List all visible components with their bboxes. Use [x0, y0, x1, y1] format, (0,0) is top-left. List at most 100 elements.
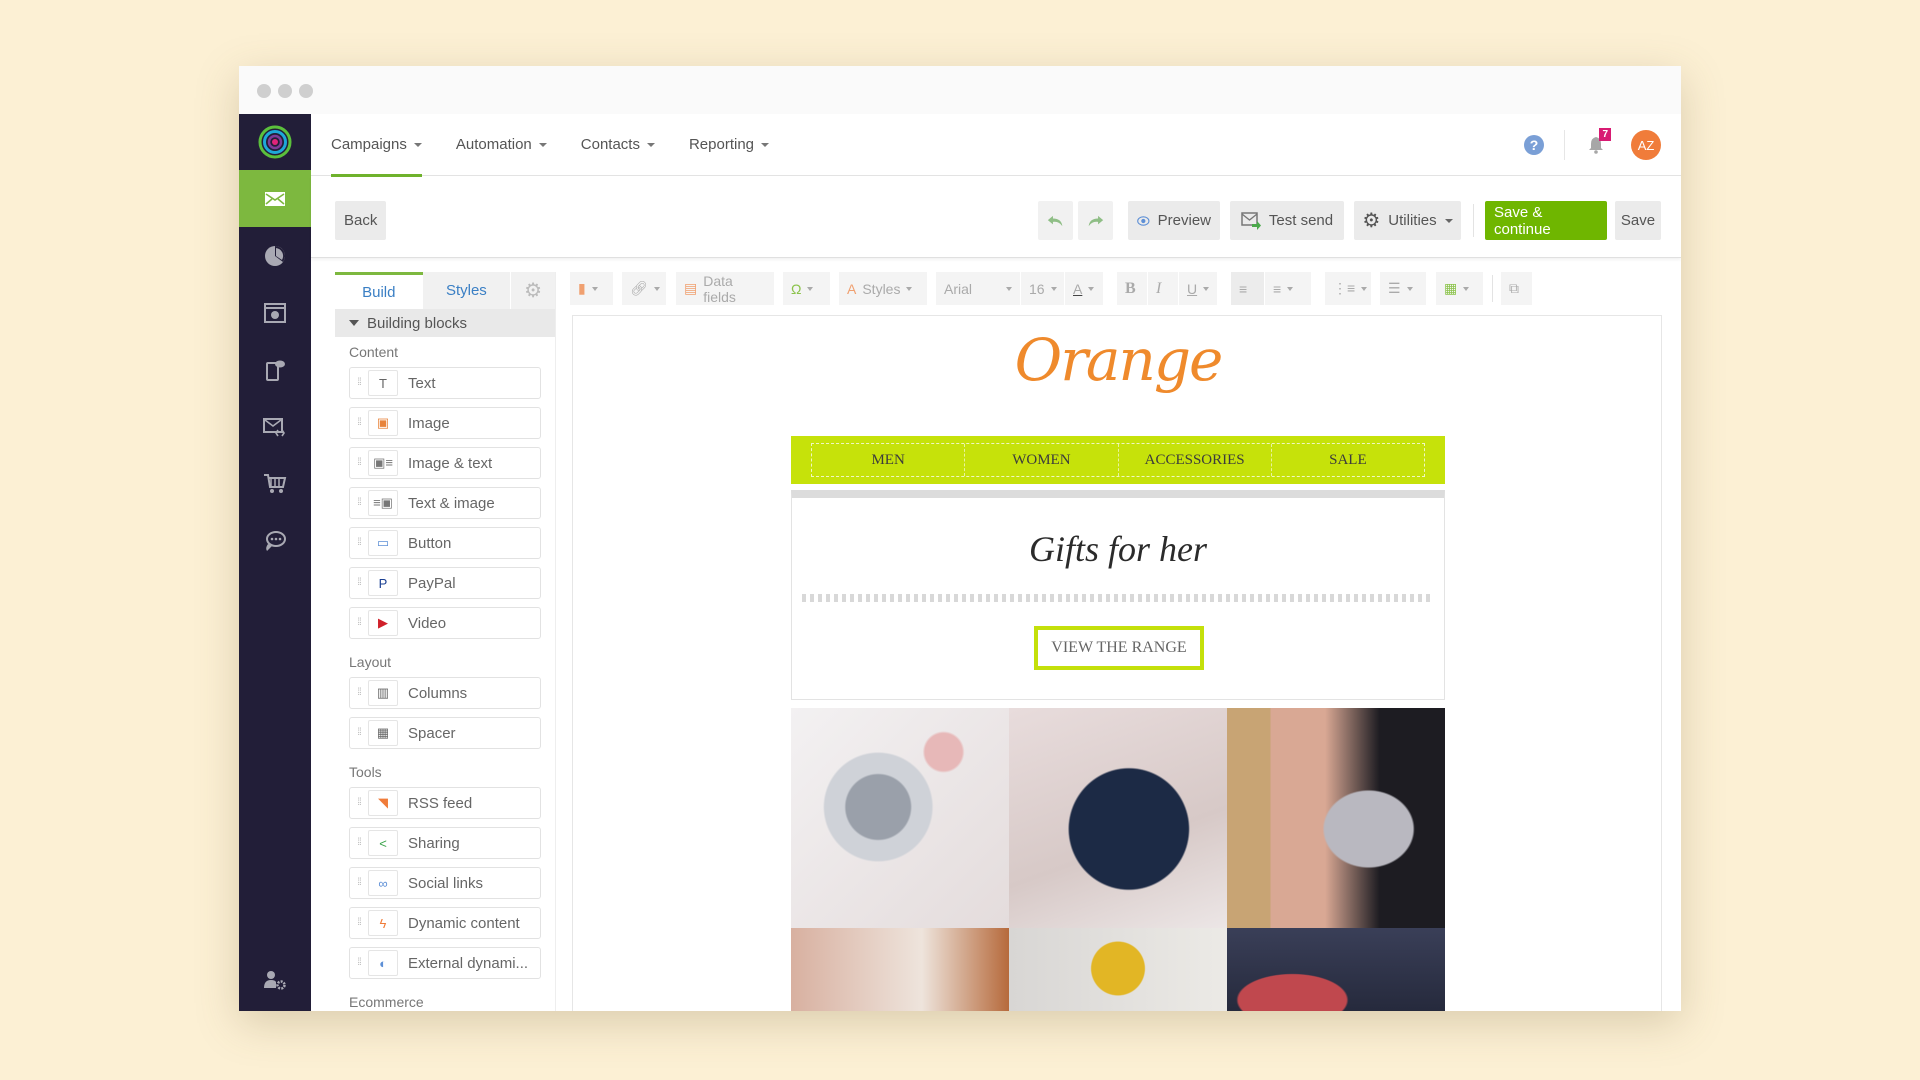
- preview-button[interactable]: Preview: [1128, 201, 1220, 240]
- drag-handle-icon[interactable]: ⁞⁞: [350, 538, 368, 548]
- link-button[interactable]: 🔗︎: [622, 272, 666, 305]
- avatar[interactable]: AZ: [1631, 130, 1661, 160]
- font-dropdown[interactable]: Arial: [936, 272, 1020, 305]
- chat-icon: [266, 530, 286, 551]
- email-menu-item[interactable]: ACCESSORIES: [1119, 444, 1272, 476]
- drag-handle-icon[interactable]: ⁞⁞: [350, 378, 368, 388]
- drag-handle-icon[interactable]: ⁞⁞: [350, 958, 368, 968]
- sidebar-item-ecommerce[interactable]: [239, 455, 311, 512]
- block-item[interactable]: ⁞⁞ ▥ Columns: [349, 677, 541, 709]
- photo-grid: [791, 708, 1445, 1011]
- font-size-dropdown[interactable]: 16: [1021, 272, 1064, 305]
- help-icon[interactable]: ?: [1524, 135, 1544, 155]
- drag-handle-icon[interactable]: ⁞⁞: [350, 498, 368, 508]
- block-item[interactable]: ⁞⁞ ▶ Video: [349, 607, 541, 639]
- drag-handle-icon[interactable]: ⁞⁞: [350, 798, 368, 808]
- sidebar-item-reports[interactable]: [239, 227, 311, 284]
- text-color-button[interactable]: A: [1065, 272, 1103, 305]
- block-item[interactable]: ⁞⁞ ▦ Spacer: [349, 717, 541, 749]
- drag-handle-icon[interactable]: ⁞⁞: [350, 688, 368, 698]
- sidebar-item-transactional[interactable]: [239, 398, 311, 455]
- block-item[interactable]: ⁞⁞ ϟ Dynamic content: [349, 907, 541, 939]
- block-label: PayPal: [408, 574, 456, 592]
- brand-logo[interactable]: Orange: [791, 326, 1445, 394]
- block-item[interactable]: ⁞⁞ ∞ Social links: [349, 867, 541, 899]
- app-window: Campaigns Automation Contacts Reporting …: [239, 66, 1681, 1011]
- test-send-button[interactable]: Test send: [1230, 201, 1344, 240]
- block-item[interactable]: ⁞⁞ < Sharing: [349, 827, 541, 859]
- section-heading: Content: [349, 344, 399, 360]
- sidebar-item-web[interactable]: [239, 284, 311, 341]
- photo-necklace[interactable]: [1227, 708, 1445, 928]
- sidebar-item-email[interactable]: [239, 170, 311, 227]
- window-dot[interactable]: [278, 84, 292, 98]
- block-item[interactable]: ⁞⁞ ▭ Button: [349, 527, 541, 559]
- nav-reporting[interactable]: Reporting: [689, 114, 770, 176]
- block-item[interactable]: ⁞⁞ P PayPal: [349, 567, 541, 599]
- hero-block[interactable]: Gifts for her VIEW THE RANGE: [791, 490, 1445, 700]
- block-icon: ▦: [368, 720, 398, 746]
- top-nav: Campaigns Automation Contacts Reporting …: [311, 114, 1681, 177]
- notifications-button[interactable]: 7: [1585, 128, 1611, 156]
- align-left-button[interactable]: ≡: [1231, 272, 1264, 305]
- paste-button[interactable]: ▮: [570, 272, 613, 305]
- numbered-list-button[interactable]: ⋮≡: [1325, 272, 1371, 305]
- panel-settings-button[interactable]: ⚙: [510, 272, 555, 309]
- insert-table-button[interactable]: ▦: [1436, 272, 1483, 305]
- email-menu-item[interactable]: MEN: [812, 444, 966, 476]
- block-item[interactable]: ⁞⁞ ◥ RSS feed: [349, 787, 541, 819]
- save-continue-button[interactable]: Save & continue: [1485, 201, 1607, 240]
- special-char-button[interactable]: Ω: [783, 272, 830, 305]
- window-dot[interactable]: [299, 84, 313, 98]
- italic-button[interactable]: I: [1148, 272, 1178, 305]
- window-dot[interactable]: [257, 84, 271, 98]
- photo-handbag[interactable]: [1009, 708, 1227, 928]
- drag-handle-icon[interactable]: ⁞⁞: [350, 578, 368, 588]
- block-item[interactable]: ⁞⁞ ▣≡ Image & text: [349, 447, 541, 479]
- tab-build[interactable]: Build: [335, 272, 423, 309]
- view-range-button[interactable]: VIEW THE RANGE: [1034, 626, 1204, 670]
- align-center-button[interactable]: ≡: [1265, 272, 1311, 305]
- nav-contacts[interactable]: Contacts: [581, 114, 655, 176]
- sidebar-item-user-settings[interactable]: [239, 969, 311, 991]
- app-logo[interactable]: [239, 114, 311, 170]
- chevron-down-icon: [653, 286, 660, 291]
- drag-handle-icon[interactable]: ⁞⁞: [350, 918, 368, 928]
- block-label: Text: [408, 374, 436, 392]
- data-fields-button[interactable]: ▤ Data fields: [676, 272, 774, 305]
- save-button[interactable]: Save: [1615, 201, 1661, 240]
- drag-handle-icon[interactable]: ⁞⁞: [350, 728, 368, 738]
- sidebar-item-sms[interactable]: [239, 341, 311, 398]
- bullet-list-button[interactable]: ☰: [1380, 272, 1426, 305]
- pie-chart-icon: [265, 245, 285, 266]
- email-menu-item[interactable]: SALE: [1272, 444, 1424, 476]
- photo-shoes[interactable]: [1227, 928, 1445, 1011]
- redo-button[interactable]: [1078, 201, 1113, 240]
- chevron-down-icon: [1361, 286, 1368, 291]
- source-code-button[interactable]: ⧉: [1501, 272, 1532, 305]
- block-item[interactable]: ⁞⁞ ▣ Image: [349, 407, 541, 439]
- tab-styles[interactable]: Styles: [422, 272, 511, 309]
- photo-pearls[interactable]: [791, 928, 1009, 1011]
- drag-handle-icon[interactable]: ⁞⁞: [350, 418, 368, 428]
- nav-campaigns[interactable]: Campaigns: [331, 114, 422, 177]
- styles-dropdown[interactable]: A Styles: [839, 272, 927, 305]
- underline-button[interactable]: U: [1179, 272, 1217, 305]
- block-item[interactable]: ⁞⁞ ◐ External dynami...: [349, 947, 541, 979]
- block-item[interactable]: ⁞⁞ T Text: [349, 367, 541, 399]
- photo-yellow-perfume[interactable]: [1009, 928, 1227, 1011]
- drag-handle-icon[interactable]: ⁞⁞: [350, 458, 368, 468]
- drag-handle-icon[interactable]: ⁞⁞: [350, 878, 368, 888]
- photo-perfume[interactable]: [791, 708, 1009, 928]
- nav-automation[interactable]: Automation: [456, 114, 547, 176]
- sidebar-item-chat[interactable]: [239, 512, 311, 569]
- block-item[interactable]: ⁞⁞ ≡▣ Text & image: [349, 487, 541, 519]
- drag-handle-icon[interactable]: ⁞⁞: [350, 838, 368, 848]
- drag-handle-icon[interactable]: ⁞⁞: [350, 618, 368, 628]
- back-button[interactable]: Back: [335, 201, 387, 240]
- undo-button[interactable]: [1038, 201, 1073, 240]
- email-menu-item[interactable]: WOMEN: [965, 444, 1119, 476]
- building-blocks-header[interactable]: Building blocks: [335, 309, 555, 337]
- utilities-button[interactable]: ⚙ Utilities: [1354, 201, 1461, 240]
- bold-button[interactable]: B: [1117, 272, 1147, 305]
